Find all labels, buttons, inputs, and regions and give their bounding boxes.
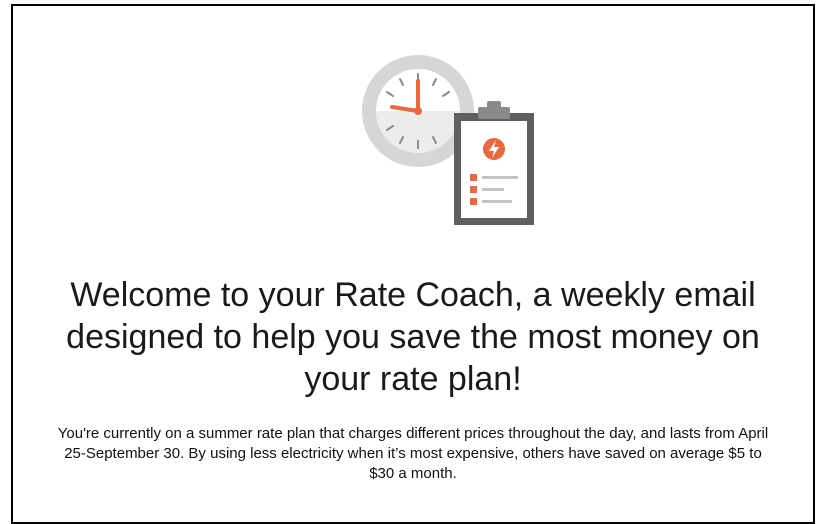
- welcome-headline: Welcome to your Rate Coach, a weekly ema…: [66, 276, 760, 398]
- rate-coach-illustration: [362, 55, 534, 225]
- lightning-bolt-icon: [483, 138, 505, 160]
- email-card: Welcome to your Rate Coach, a weekly ema…: [11, 4, 815, 524]
- clipboard-icon: [454, 101, 534, 225]
- rate-plan-description: You're currently on a summer rate plan t…: [57, 425, 769, 482]
